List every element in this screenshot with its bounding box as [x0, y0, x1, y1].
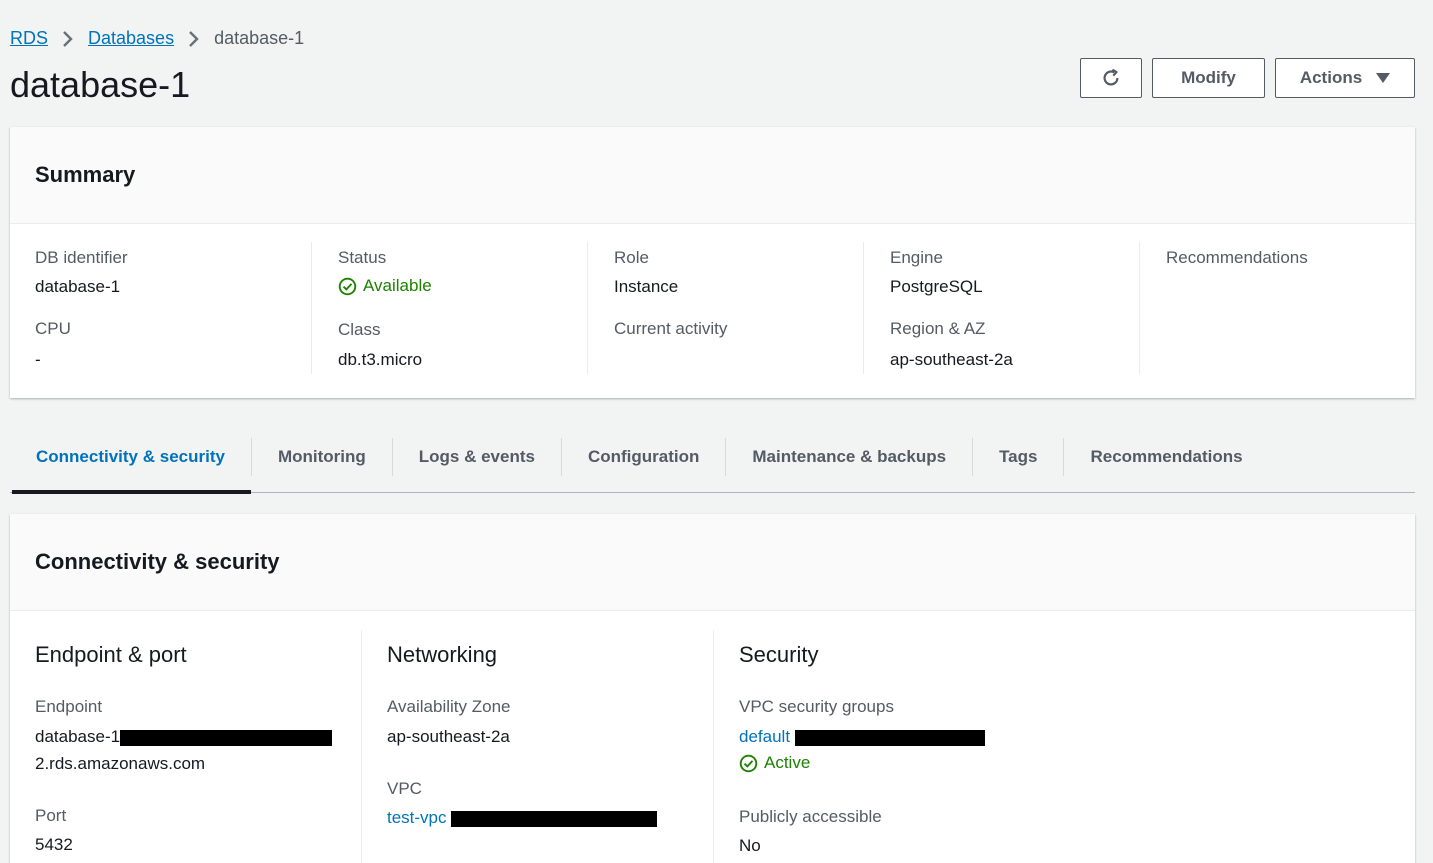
- summary-header: Summary: [10, 127, 1415, 224]
- class-label: Class: [338, 320, 381, 339]
- connectivity-security-panel: Connectivity & security Endpoint & port …: [10, 514, 1415, 863]
- tab-configuration[interactable]: Configuration: [562, 438, 725, 492]
- engine-value: PostgreSQL: [890, 277, 983, 296]
- role-label: Role: [614, 248, 649, 267]
- sg-status-text: Active: [764, 753, 811, 772]
- detail-tabs: Connectivity & security Monitoring Logs …: [10, 438, 1415, 494]
- tab-monitoring[interactable]: Monitoring: [252, 438, 392, 492]
- endpoint-value-line2: 2.rds.amazonaws.com: [35, 754, 206, 773]
- engine-label: Engine: [890, 248, 943, 267]
- networking-heading: Networking: [387, 642, 498, 667]
- breadcrumb-current: database-1: [214, 28, 305, 48]
- modify-button[interactable]: Modify: [1152, 58, 1265, 98]
- summary-col-status: Status Available Class db.t3.micro: [311, 242, 587, 374]
- az-label: Availability Zone: [387, 697, 511, 716]
- port-label: Port: [35, 806, 67, 825]
- db-identifier-value: database-1: [35, 277, 121, 296]
- public-label: Publicly accessible: [739, 807, 882, 826]
- status-value: Available: [338, 276, 432, 296]
- db-identifier-label: DB identifier: [35, 248, 128, 267]
- tab-connectivity-security[interactable]: Connectivity & security: [10, 438, 251, 494]
- connectivity-header: Connectivity & security: [10, 514, 1415, 611]
- endpoint-port-column: Endpoint & port Endpoint database-1 2.rd…: [35, 630, 361, 863]
- chevron-right-icon: [62, 30, 74, 48]
- security-heading: Security: [739, 642, 819, 667]
- sg-value: default: [739, 727, 985, 747]
- endpoint-port-heading: Endpoint & port: [35, 642, 187, 667]
- refresh-button[interactable]: [1080, 58, 1142, 98]
- tab-tags[interactable]: Tags: [973, 438, 1063, 492]
- summary-title: Summary: [35, 162, 136, 187]
- recommendations-label: Recommendations: [1166, 248, 1308, 267]
- connectivity-title: Connectivity & security: [35, 549, 280, 574]
- vpc-value: test-vpc: [387, 808, 658, 828]
- summary-col-identifier: DB identifier database-1 CPU -: [35, 242, 311, 374]
- current-activity-label: Current activity: [614, 319, 728, 338]
- summary-panel: Summary DB identifier database-1 CPU - S…: [10, 127, 1415, 398]
- tab-maintenance-backups[interactable]: Maintenance & backups: [726, 438, 972, 492]
- breadcrumb: RDS Databases database-1: [10, 28, 304, 49]
- check-circle-icon: [338, 277, 357, 295]
- endpoint-value-line1: database-1: [35, 727, 333, 747]
- role-value: Instance: [614, 277, 679, 296]
- chevron-right-icon: [188, 30, 200, 48]
- endpoint-label: Endpoint: [35, 697, 103, 716]
- summary-columns: DB identifier database-1 CPU - Status Av…: [10, 224, 1415, 398]
- summary-col-engine: Engine PostgreSQL Region & AZ ap-southea…: [863, 242, 1139, 374]
- actions-label: Actions: [1299, 68, 1363, 87]
- breadcrumb-rds-link[interactable]: RDS: [10, 28, 48, 49]
- port-value: 5432: [35, 835, 73, 854]
- networking-column: Networking Availability Zone ap-southeas…: [361, 630, 713, 863]
- endpoint-prefix: database-1: [35, 727, 121, 746]
- cpu-label: CPU: [35, 319, 71, 338]
- caret-down-icon: [1376, 73, 1391, 83]
- az-value: ap-southeast-2a: [387, 727, 510, 746]
- security-column: Security VPC security groups default Act…: [713, 630, 1415, 863]
- status-label: Status: [338, 248, 387, 267]
- public-value: No: [739, 836, 761, 855]
- tab-recommendations[interactable]: Recommendations: [1064, 438, 1268, 492]
- breadcrumb-databases-link[interactable]: Databases: [88, 28, 174, 49]
- sg-status: Active: [739, 753, 810, 773]
- redaction-bar: [794, 729, 985, 746]
- header-actions: Modify Actions: [1080, 58, 1415, 98]
- region-label: Region & AZ: [890, 319, 986, 338]
- sg-label: VPC security groups: [739, 697, 894, 716]
- security-group-link[interactable]: default: [739, 727, 790, 746]
- connectivity-columns: Endpoint & port Endpoint database-1 2.rd…: [10, 611, 1415, 863]
- tab-logs-events[interactable]: Logs & events: [393, 438, 561, 492]
- refresh-icon: [1103, 68, 1119, 86]
- cpu-value: -: [35, 350, 41, 369]
- vpc-link[interactable]: test-vpc: [387, 808, 447, 827]
- check-circle-icon: [739, 754, 758, 772]
- redaction-bar: [120, 729, 333, 746]
- summary-col-role: Role Instance Current activity: [587, 242, 863, 374]
- class-value: db.t3.micro: [338, 350, 423, 369]
- summary-col-recommendations: Recommendations: [1139, 242, 1415, 374]
- actions-dropdown-button[interactable]: Actions: [1275, 58, 1415, 98]
- status-text: Available: [363, 276, 432, 295]
- redaction-bar: [451, 810, 658, 827]
- vpc-label: VPC: [387, 779, 422, 798]
- region-value: ap-southeast-2a: [890, 350, 1013, 369]
- page-title: database-1: [10, 64, 191, 105]
